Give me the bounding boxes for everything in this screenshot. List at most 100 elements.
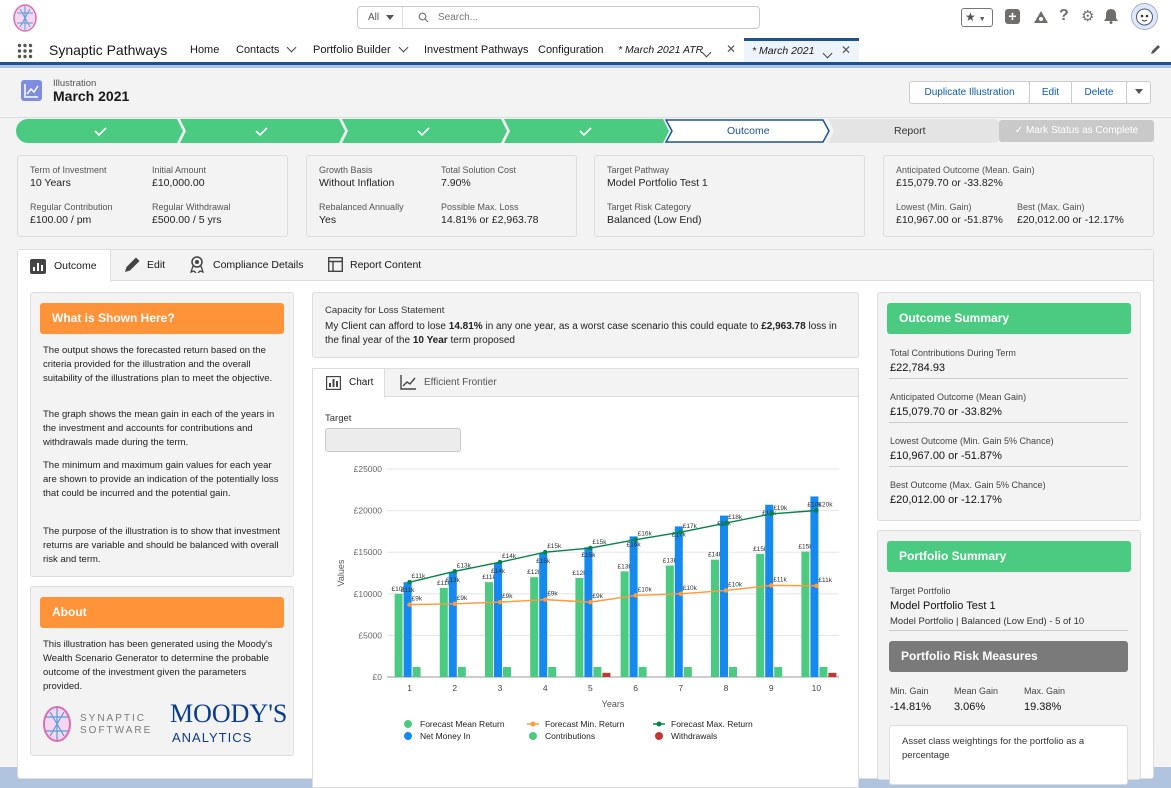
tab-chart[interactable]: Chart <box>313 369 385 398</box>
outcome-value: £20,012.00 or -12.17% <box>890 494 1002 506</box>
point-forecast-max <box>452 569 458 574</box>
card-value: £10,000.00 <box>152 177 205 189</box>
bar-net-money-in <box>765 504 774 677</box>
risk-label: Min. Gain <box>890 686 929 696</box>
what-shown-paragraph: The graph shows the mean gain in each of… <box>43 409 275 448</box>
tab-efficient-frontier-label: Efficient Frontier <box>424 377 497 388</box>
outcome-label: Anticipated Outcome (Mean Gain) <box>890 392 1027 402</box>
chevron-down-icon[interactable] <box>398 42 409 53</box>
tab-report-content[interactable]: Report Content <box>326 256 426 276</box>
bar-forecast-mean <box>620 571 629 677</box>
path-step-complete[interactable] <box>504 119 669 143</box>
data-label: £14k <box>491 568 506 575</box>
delete-button[interactable]: Delete <box>1071 81 1127 104</box>
legend-label: Forecast Max. Return <box>671 719 753 729</box>
help-icon[interactable]: ? <box>1059 7 1069 25</box>
path-step-complete[interactable] <box>180 119 345 143</box>
point-forecast-max <box>678 529 684 535</box>
search-input[interactable] <box>438 10 738 25</box>
edit-button[interactable]: Edit <box>1029 81 1072 104</box>
pencil-icon <box>124 256 142 276</box>
risk-value: 3.06% <box>954 701 986 713</box>
chevron-down-icon[interactable] <box>822 48 833 59</box>
chevron-down-icon[interactable] <box>286 42 297 53</box>
nav-home[interactable]: Home <box>190 44 219 56</box>
app-launcher-icon[interactable] <box>17 43 33 59</box>
edit-nav-icon[interactable] <box>1150 44 1161 58</box>
data-label: £15k <box>536 558 551 565</box>
x-tick-label: 2 <box>452 683 457 693</box>
target-portfolio-name: Model Portfolio Test 1 <box>890 600 996 612</box>
tab-edit[interactable]: Edit <box>122 256 182 276</box>
moodys-logo-text: ANALYTICS <box>172 730 253 745</box>
target-field[interactable] <box>325 428 461 452</box>
point-forecast-max <box>542 549 548 555</box>
gear-icon[interactable]: ⚙ <box>1081 7 1094 25</box>
divider <box>402 7 403 28</box>
synaptic-logo-text: SOFTWARE <box>80 725 153 736</box>
about-title: About <box>40 597 284 628</box>
tab-compliance[interactable]: Compliance Details <box>189 256 309 276</box>
nav-contacts[interactable]: Contacts <box>236 42 297 56</box>
nav-configuration[interactable]: Configuration <box>538 44 603 56</box>
tab-chart-label: Chart <box>349 377 374 388</box>
x-tick-label: 4 <box>543 683 548 693</box>
bar-contributions <box>683 667 692 677</box>
path-step-complete[interactable] <box>342 119 507 143</box>
favorites-icon[interactable]: ★ ▼ <box>961 8 993 27</box>
target-portfolio-label: Target Portfolio <box>890 586 951 596</box>
close-icon[interactable]: ✕ <box>841 43 851 57</box>
award-icon <box>189 256 205 276</box>
nav-portfolio-builder[interactable]: Portfolio Builder <box>313 42 409 56</box>
tab-march-2021-atr[interactable]: * March 2021 ATR ✕ <box>612 38 742 62</box>
report-icon <box>327 256 344 275</box>
x-tick-label: 8 <box>724 683 729 693</box>
bar-contributions <box>412 667 421 677</box>
data-label: £9k <box>547 591 558 598</box>
bell-icon[interactable] <box>1104 8 1118 27</box>
bar-withdrawals <box>828 672 837 677</box>
point-forecast-min <box>678 591 684 597</box>
card-value: 14.81% or £2,963.78 <box>441 214 539 226</box>
illustration-icon <box>21 80 42 101</box>
card-value: £10,967.00 or -51.87% <box>896 214 1003 226</box>
data-label: £20k <box>818 502 833 509</box>
divider <box>889 466 1128 467</box>
close-icon[interactable]: ✕ <box>726 42 736 56</box>
nav-investment-pathways[interactable]: Investment Pathways <box>424 44 529 56</box>
bar-forecast-mean <box>756 553 765 677</box>
search-scope[interactable]: All <box>368 12 379 23</box>
data-label: £16k <box>627 541 642 548</box>
card-value: Without Inflation <box>319 177 395 189</box>
what-shown-title: What is Shown Here? <box>40 303 284 334</box>
add-icon[interactable]: + <box>1005 9 1020 24</box>
tab-march-2021[interactable]: * March 2021 ✕ <box>744 38 859 62</box>
point-forecast-max <box>497 559 503 565</box>
mark-complete-button[interactable]: ✓ Mark Status as Complete <box>999 120 1154 142</box>
card-label: Regular Withdrawal <box>152 202 231 212</box>
data-label: £15k <box>547 543 562 550</box>
point-forecast-min <box>633 593 638 598</box>
avatar[interactable] <box>1131 3 1158 30</box>
tab-efficient-frontier[interactable]: Efficient Frontier <box>400 374 510 394</box>
path-step-complete[interactable] <box>16 119 183 143</box>
y-tick-label: £25000 <box>354 464 383 474</box>
card-value: £100.00 / pm <box>30 214 92 226</box>
trailhead-icon[interactable] <box>1033 9 1049 27</box>
x-tick-label: 3 <box>498 683 503 693</box>
tab-label: * March 2021 <box>752 45 815 57</box>
data-label: £9k <box>502 593 513 600</box>
data-label: £13k <box>457 562 472 569</box>
card-value: 7.90% <box>441 177 471 189</box>
check-icon: ✓ <box>1014 125 1026 136</box>
x-tick-label: 5 <box>588 683 593 693</box>
divider <box>889 378 1128 379</box>
target-label: Target <box>325 413 352 424</box>
tab-outcome[interactable]: Outcome <box>18 250 111 282</box>
duplicate-illustration-button[interactable]: Duplicate Illustration <box>909 81 1030 104</box>
search-box[interactable]: All <box>357 6 760 29</box>
data-label: £9k <box>457 595 468 602</box>
more-actions-button[interactable] <box>1126 81 1151 104</box>
app-logo[interactable] <box>12 3 38 33</box>
target-portfolio-desc: Model Portfolio | Balanced (Low End) - 5… <box>890 616 1085 627</box>
